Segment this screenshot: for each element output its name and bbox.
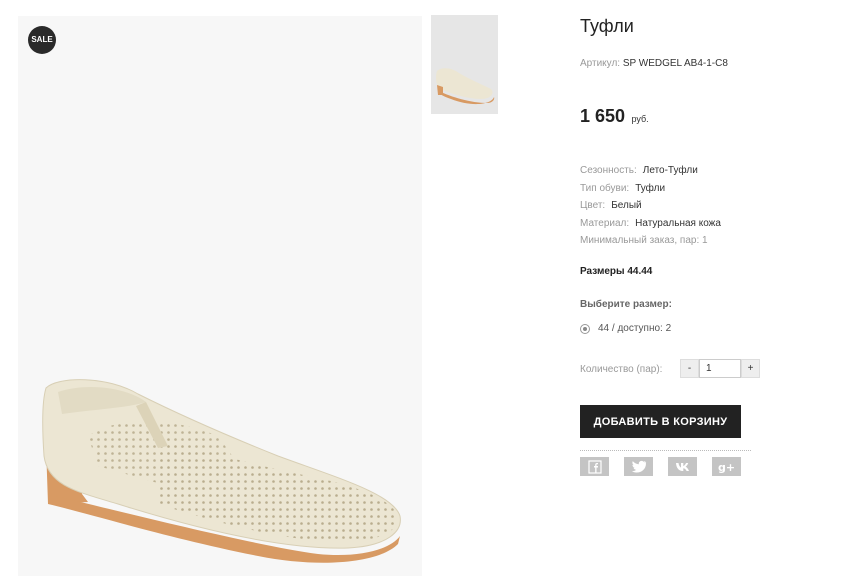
- sku-value: SP WEDGEL AB4-1-C8: [622, 58, 728, 69]
- sizes-text: Размеры 44.44: [580, 266, 653, 277]
- quantity-label: Количество (пар):: [580, 364, 663, 375]
- attribute-value: Натуральная кожа: [635, 217, 721, 229]
- choose-size-label: Выберите размер:: [580, 299, 672, 310]
- quantity-decrease-button[interactable]: -: [680, 359, 699, 378]
- product-thumbnail[interactable]: [431, 15, 498, 114]
- attribute-value: Лето-Туфли: [642, 165, 698, 176]
- size-option-label: 44 / доступно: 2: [598, 323, 672, 334]
- attribute-label: Материал:: [580, 217, 630, 229]
- twitter-icon[interactable]: [624, 457, 653, 476]
- divider: [580, 450, 751, 451]
- attribute-row: Материал: Натуральная кожа: [580, 215, 721, 233]
- facebook-icon[interactable]: [580, 457, 609, 476]
- vk-icon[interactable]: [668, 457, 697, 476]
- price: 1 650 руб.: [580, 106, 649, 127]
- attribute-label: Цвет:: [580, 200, 606, 211]
- sku-line: Артикул: SP WEDGEL AB4-1-C8: [580, 58, 728, 69]
- product-title: Туфли: [580, 16, 634, 36]
- price-currency: руб.: [631, 114, 649, 124]
- svg-text:g+: g+: [718, 461, 735, 473]
- sku-label: Артикул:: [580, 58, 621, 69]
- quantity-increase-button[interactable]: +: [741, 359, 760, 378]
- min-order: Минимальный заказ, пар: 1: [580, 235, 708, 246]
- sale-badge: SALE: [28, 26, 56, 54]
- attribute-row: Тип обуви: Туфли: [580, 180, 721, 198]
- quantity-input[interactable]: [699, 359, 741, 378]
- attributes-list: Сезонность: Лето-Туфли Тип обуви: Туфли Цв…: [580, 162, 721, 250]
- add-to-cart-button[interactable]: ДОБАВИТЬ В КОРЗИНУ: [580, 405, 741, 438]
- attribute-value: Белый: [611, 200, 642, 211]
- thumbnail-shoe-image: [436, 68, 495, 105]
- attribute-label: Сезонность:: [580, 165, 637, 176]
- shoe-image: [42, 379, 401, 563]
- google-plus-icon[interactable]: g+: [712, 457, 741, 476]
- size-option-44[interactable]: 44 / доступно: 2: [580, 323, 671, 334]
- attribute-label: Тип обуви:: [580, 182, 630, 194]
- attribute-value: Туфли: [635, 182, 666, 194]
- quantity-stepper: - +: [680, 359, 760, 378]
- price-amount: 1 650: [580, 106, 626, 126]
- social-share: g+: [580, 457, 741, 476]
- size-radio[interactable]: [580, 323, 590, 334]
- product-main-image[interactable]: SALE: [18, 16, 422, 576]
- attribute-row: Цвет: Белый: [580, 197, 721, 215]
- attribute-row: Сезонность: Лето-Туфли: [580, 162, 721, 180]
